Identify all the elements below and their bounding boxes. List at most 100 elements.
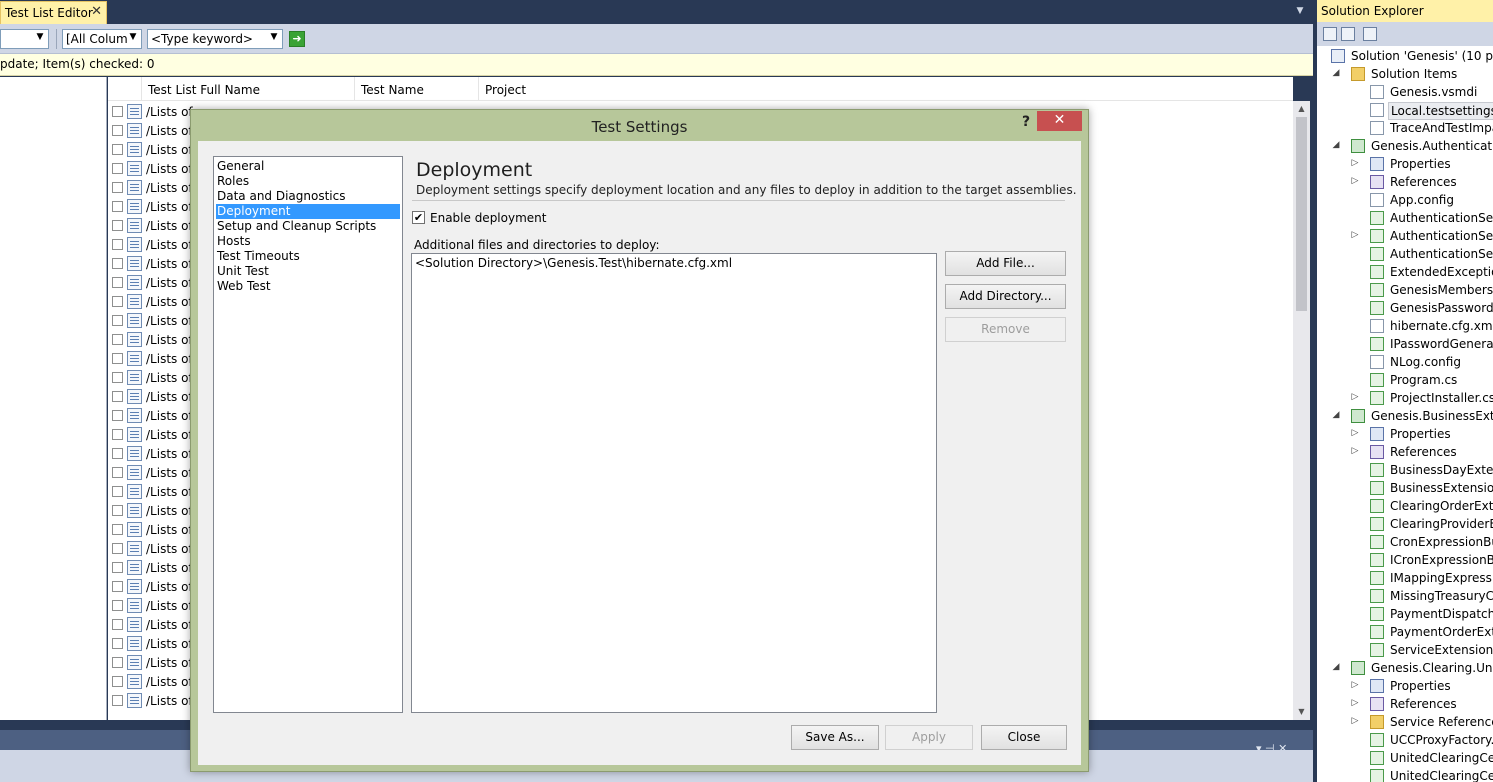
solution-tree-item[interactable]: ▷ ProjectInstaller.cs xyxy=(1317,389,1493,407)
solution-tree-item[interactable]: UCCProxyFactory.cs xyxy=(1317,731,1493,749)
group-by-combo[interactable]: ▼ xyxy=(0,29,49,49)
scrollbar-thumb[interactable] xyxy=(1296,117,1307,311)
tab-overflow-chevron-icon[interactable]: ▼ xyxy=(1293,6,1307,18)
remove-button[interactable]: Remove xyxy=(945,317,1066,342)
close-tab-icon[interactable]: ✕ xyxy=(91,5,102,19)
category-item[interactable]: Hosts xyxy=(216,234,400,249)
keyword-search-combo[interactable]: <Type keyword> ▼ xyxy=(147,29,283,49)
apply-button[interactable]: Apply xyxy=(885,725,973,750)
expand-arrow-icon[interactable]: ▷ xyxy=(1350,446,1360,456)
solution-tree-item[interactable]: ▷ Properties xyxy=(1317,677,1493,695)
expand-arrow-icon[interactable]: ▷ xyxy=(1350,230,1360,240)
row-checkbox[interactable] xyxy=(112,638,123,649)
expand-arrow-icon[interactable]: ▷ xyxy=(1350,698,1360,708)
solution-tree-item[interactable]: ServiceExtension.cs xyxy=(1317,641,1493,659)
grid-vertical-scrollbar[interactable]: ▲ ▼ xyxy=(1293,101,1310,720)
row-checkbox[interactable] xyxy=(112,600,123,611)
row-checkbox[interactable] xyxy=(112,486,123,497)
solution-tree-item[interactable]: UnitedClearingCente xyxy=(1317,767,1493,782)
solution-tree-item[interactable]: ◢ Genesis.AuthenticationS xyxy=(1317,137,1493,155)
solution-tree-item[interactable]: ▷ References xyxy=(1317,173,1493,191)
close-dialog-icon[interactable]: ✕ xyxy=(1037,111,1082,131)
expand-arrow-icon[interactable]: ▷ xyxy=(1350,680,1360,690)
collapse-arrow-icon[interactable]: ◢ xyxy=(1331,140,1341,150)
row-checkbox[interactable] xyxy=(112,695,123,706)
solution-tree-item[interactable]: AuthenticationServic xyxy=(1317,245,1493,263)
solution-tree-item[interactable]: BusinessExtensionsM xyxy=(1317,479,1493,497)
row-checkbox[interactable] xyxy=(112,277,123,288)
solution-tree-item[interactable]: BusinessDayExtensio xyxy=(1317,461,1493,479)
solution-tree-item[interactable]: Local.testsettings xyxy=(1317,101,1493,120)
solution-tree-item[interactable]: GenesisMembership xyxy=(1317,281,1493,299)
add-file-button[interactable]: Add File... xyxy=(945,251,1066,276)
solution-tree-item[interactable]: ▷ Properties xyxy=(1317,155,1493,173)
apply-filter-arrow-icon[interactable]: ➜ xyxy=(289,31,305,47)
expand-arrow-icon[interactable]: ▷ xyxy=(1350,716,1360,726)
category-item[interactable]: Roles xyxy=(216,174,400,189)
row-checkbox[interactable] xyxy=(112,391,123,402)
tab-test-list-editor[interactable]: Test List Editor ✕ xyxy=(0,1,107,24)
row-checkbox[interactable] xyxy=(112,144,123,155)
row-checkbox[interactable] xyxy=(112,467,123,478)
solution-tree-item[interactable]: NLog.config xyxy=(1317,353,1493,371)
row-checkbox[interactable] xyxy=(112,581,123,592)
enable-deployment-label[interactable]: Enable deployment xyxy=(430,211,546,225)
column-filter-combo[interactable]: [All Colum ▼ xyxy=(62,29,142,49)
category-item[interactable]: Web Test xyxy=(216,279,400,294)
test-lists-tree[interactable] xyxy=(0,77,107,720)
expand-arrow-icon[interactable]: ▷ xyxy=(1350,428,1360,438)
solution-tree-item[interactable]: ◢ Genesis.Clearing.United xyxy=(1317,659,1493,677)
expand-arrow-icon[interactable]: ▷ xyxy=(1350,176,1360,186)
solution-tree-item[interactable]: ICronExpressionBuilc xyxy=(1317,551,1493,569)
column-header-test-name[interactable]: Test Name xyxy=(354,77,478,101)
scroll-down-arrow-icon[interactable]: ▼ xyxy=(1293,704,1310,720)
solution-tree-item[interactable]: ClearingOrderExtens xyxy=(1317,497,1493,515)
category-item[interactable]: Test Timeouts xyxy=(216,249,400,264)
collapse-arrow-icon[interactable]: ◢ xyxy=(1331,662,1341,672)
collapse-arrow-icon[interactable]: ◢ xyxy=(1331,68,1341,78)
solution-tree-item[interactable]: UnitedClearingCente xyxy=(1317,749,1493,767)
show-all-files-icon[interactable] xyxy=(1341,27,1355,41)
category-item[interactable]: Deployment xyxy=(216,204,400,219)
solution-tree-item[interactable]: ExtendedExceptionL xyxy=(1317,263,1493,281)
solution-tree-item[interactable]: PaymentDispatcherE xyxy=(1317,605,1493,623)
row-checkbox[interactable] xyxy=(112,657,123,668)
refresh-icon[interactable] xyxy=(1363,27,1377,41)
row-checkbox[interactable] xyxy=(112,182,123,193)
row-checkbox[interactable] xyxy=(112,163,123,174)
add-directory-button[interactable]: Add Directory... xyxy=(945,284,1066,309)
solution-tree-item[interactable]: hibernate.cfg.xml xyxy=(1317,317,1493,335)
category-item[interactable]: Data and Diagnostics xyxy=(216,189,400,204)
solution-tree-item[interactable]: AuthenticationServic xyxy=(1317,209,1493,227)
help-icon[interactable]: ? xyxy=(1019,114,1033,132)
solution-tree-item[interactable]: MissingTreasuryCoc xyxy=(1317,587,1493,605)
row-checkbox[interactable] xyxy=(112,372,123,383)
row-checkbox[interactable] xyxy=(112,448,123,459)
close-button[interactable]: Close xyxy=(981,725,1067,750)
solution-tree-item[interactable]: ▷ Service References xyxy=(1317,713,1493,731)
solution-tree-item[interactable]: ClearingProviderExte xyxy=(1317,515,1493,533)
row-checkbox[interactable] xyxy=(112,125,123,136)
row-checkbox[interactable] xyxy=(112,543,123,554)
row-checkbox[interactable] xyxy=(112,619,123,630)
solution-tree-item[interactable]: Solution 'Genesis' (10 projec xyxy=(1317,47,1493,65)
solution-tree-item[interactable]: App.config xyxy=(1317,191,1493,209)
solution-tree-item[interactable]: TraceAndTestImpac xyxy=(1317,119,1493,137)
row-checkbox[interactable] xyxy=(112,258,123,269)
row-checkbox[interactable] xyxy=(112,220,123,231)
row-checkbox[interactable] xyxy=(112,410,123,421)
row-checkbox[interactable] xyxy=(112,239,123,250)
row-checkbox[interactable] xyxy=(112,676,123,687)
row-checkbox[interactable] xyxy=(112,353,123,364)
row-checkbox[interactable] xyxy=(112,315,123,326)
solution-tree-item[interactable]: PaymentOrderExten xyxy=(1317,623,1493,641)
column-header-project[interactable]: Project xyxy=(478,77,578,101)
scroll-up-arrow-icon[interactable]: ▲ xyxy=(1293,101,1310,117)
category-item[interactable]: Unit Test xyxy=(216,264,400,279)
row-checkbox[interactable] xyxy=(112,562,123,573)
solution-tree-item[interactable]: ◢ Solution Items xyxy=(1317,65,1493,83)
solution-tree-item[interactable]: IPasswordGenerator xyxy=(1317,335,1493,353)
column-header-full-name[interactable]: Test List Full Name xyxy=(141,77,354,101)
solution-tree-item[interactable]: GenesisPasswordGer xyxy=(1317,299,1493,317)
row-checkbox[interactable] xyxy=(112,106,123,117)
